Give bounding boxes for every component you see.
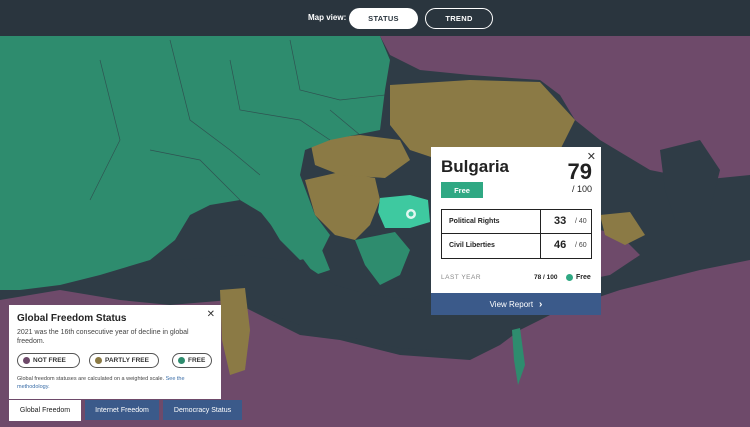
map-stage: Map view: STATUS TREND ✕ Bulgaria Free 7…: [0, 0, 750, 427]
free-status-dot-icon: [566, 274, 573, 281]
partly-free-label: PARTLY FREE: [105, 357, 149, 364]
tab-democracy-status[interactable]: Democracy Status: [163, 400, 242, 420]
last-year-score: 78 / 100: [534, 274, 558, 281]
free-label: FREE: [188, 357, 206, 364]
country-name: Bulgaria: [441, 157, 510, 176]
close-icon[interactable]: ✕: [207, 309, 215, 320]
partly-free-filter[interactable]: PARTLY FREE: [89, 353, 159, 368]
civil-liberties-max: / 60: [575, 242, 587, 249]
row-divider: [540, 210, 541, 233]
legend-note-text: Global freedom statuses are calculated o…: [17, 376, 165, 382]
map-view-label: Map view:: [308, 13, 347, 22]
region-bulgaria[interactable]: [378, 195, 430, 228]
row-divider: [540, 234, 541, 258]
view-report-label: View Report: [489, 299, 534, 309]
map-view-bar: Map view: STATUS TREND: [0, 0, 750, 36]
total-score: 79: [567, 159, 592, 184]
civil-liberties-value: 46: [554, 239, 567, 251]
legend-description: 2021 was the 16th consecutive year of de…: [17, 329, 189, 345]
country-card: ✕ Bulgaria Free 79 / 100 Political Right…: [431, 147, 601, 315]
free-dot-icon: [178, 357, 185, 364]
political-rights-row[interactable]: Political Rights 33 / 40: [441, 209, 592, 234]
last-year-status: Free: [576, 274, 591, 281]
last-year-label: LAST YEAR: [441, 274, 482, 281]
political-rights-label: Political Rights: [449, 218, 500, 225]
total-score-max: / 100: [571, 184, 592, 194]
legend-title: Global Freedom Status: [17, 313, 127, 324]
bulgaria-marker-inner: [408, 211, 414, 217]
tab-internet-freedom[interactable]: Internet Freedom: [85, 400, 159, 420]
civil-liberties-label: Civil Liberties: [449, 242, 495, 249]
legend-panel: ✕ Global Freedom Status 2021 was the 16t…: [9, 305, 221, 399]
free-filter[interactable]: FREE: [172, 353, 212, 368]
tab-global-freedom[interactable]: Global Freedom: [9, 400, 81, 421]
not-free-dot-icon: [23, 357, 30, 364]
civil-liberties-row[interactable]: Civil Liberties 46 / 60: [441, 234, 592, 259]
political-rights-value: 33: [554, 215, 567, 227]
status-view-button[interactable]: STATUS: [349, 8, 418, 29]
status-badge: Free: [441, 182, 483, 198]
partly-free-dot-icon: [95, 357, 102, 364]
trend-view-button[interactable]: TREND: [425, 8, 493, 29]
not-free-filter[interactable]: NOT FREE: [17, 353, 80, 368]
view-report-button[interactable]: View Report ›: [431, 293, 601, 315]
legend-note: Global freedom statuses are calculated o…: [17, 376, 213, 391]
political-rights-max: / 40: [575, 218, 587, 225]
not-free-label: NOT FREE: [33, 357, 66, 364]
chevron-right-icon: ›: [539, 298, 543, 310]
